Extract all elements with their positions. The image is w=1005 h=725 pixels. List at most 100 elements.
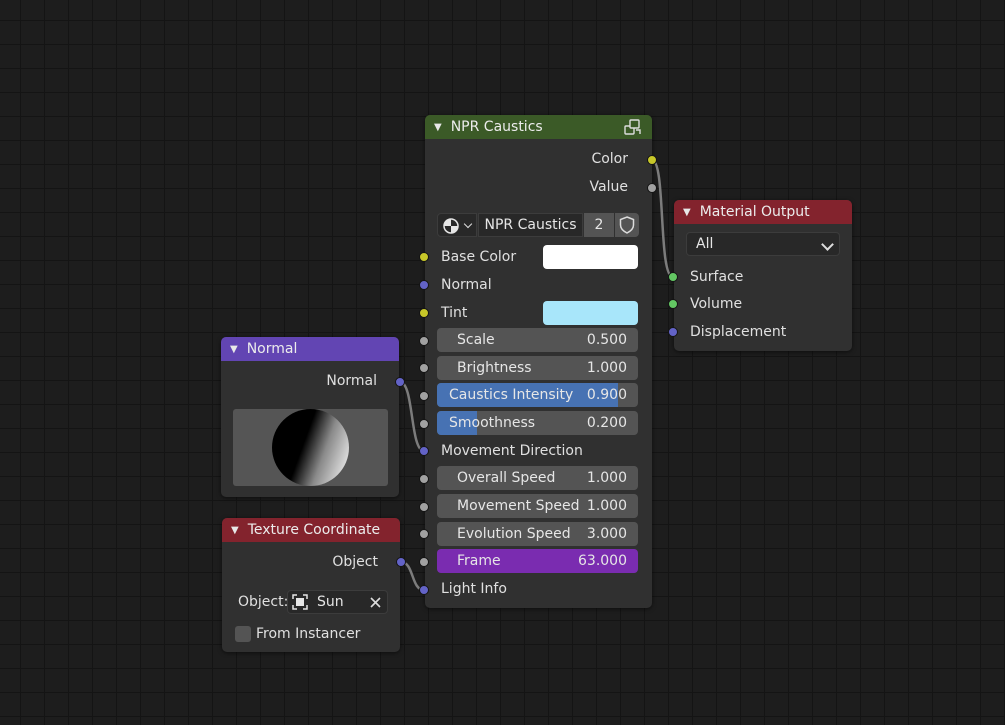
group-name-field[interactable]: NPR Caustics (478, 213, 583, 237)
overall-speed-input-socket[interactable] (419, 474, 429, 484)
from-instancer-checkbox[interactable] (235, 626, 251, 642)
group-browse-button[interactable] (437, 213, 477, 237)
caustics-intensity-value: 0.900 (586, 387, 627, 403)
movement-speed-label: Movement Speed (457, 498, 580, 514)
normal-output-socket[interactable] (395, 377, 405, 387)
material-output-node[interactable]: ▼ Material Output All Surface Volume Dis… (674, 200, 852, 351)
chevron-down-icon (821, 238, 834, 251)
tint-color-swatch[interactable] (543, 301, 638, 325)
normal-sphere[interactable] (272, 409, 349, 486)
evolution-speed-field[interactable]: Evolution Speed 3.000 (437, 522, 638, 546)
normal-header[interactable]: ▼ Normal (221, 337, 399, 361)
object-picker-row: Object: (238, 590, 288, 614)
overall-speed-label: Overall Speed (457, 470, 556, 486)
output-color-label: Color (591, 151, 628, 167)
frame-value: 63.000 (578, 553, 627, 569)
caustics-intensity-input-socket[interactable] (419, 391, 429, 401)
input-base-color-row: Base Color (441, 245, 516, 269)
collapse-arrow-icon[interactable]: ▼ (230, 344, 238, 355)
frame-field[interactable]: Frame 63.000 (437, 549, 638, 573)
frame-input-socket[interactable] (419, 557, 429, 567)
material-output-header[interactable]: ▼ Material Output (674, 200, 852, 224)
collapse-arrow-icon[interactable]: ▼ (683, 207, 691, 218)
texture-coordinate-node[interactable]: ▼ Texture Coordinate Object Object: Sun … (222, 518, 400, 652)
smoothness-input-socket[interactable] (419, 419, 429, 429)
users-count: 2 (594, 217, 604, 233)
group-users-count[interactable]: 2 (584, 213, 614, 237)
input-movement-direction-row: Movement Direction (441, 439, 583, 463)
brightness-label: Brightness (457, 360, 532, 376)
normal-input-socket[interactable] (419, 280, 429, 290)
overall-speed-field[interactable]: Overall Speed 1.000 (437, 466, 638, 490)
close-icon[interactable] (370, 597, 381, 608)
node-title: Texture Coordinate (247, 522, 381, 538)
smoothness-label: Smoothness (449, 415, 536, 431)
brightness-input-socket[interactable] (419, 363, 429, 373)
smoothness-value: 0.200 (586, 415, 627, 431)
node-title: Material Output (699, 204, 810, 220)
from-instancer-label: From Instancer (256, 626, 361, 642)
output-normal-row: Normal (326, 369, 377, 393)
color-output-socket[interactable] (647, 155, 657, 165)
collapse-arrow-icon[interactable]: ▼ (231, 525, 239, 536)
smoothness-slider[interactable]: Smoothness 0.200 (437, 411, 638, 435)
normal-node[interactable]: ▼ Normal Normal (221, 337, 399, 497)
node-title: NPR Caustics (450, 119, 543, 135)
output-object-row: Object (332, 550, 378, 574)
object-icon (292, 594, 308, 610)
scale-input-socket[interactable] (419, 336, 429, 346)
shield-icon (619, 216, 635, 234)
object-output-socket[interactable] (396, 557, 406, 567)
npr-caustics-node[interactable]: ▼ NPR Caustics Color Value NPR Caustics … (425, 115, 652, 608)
from-instancer-row: From Instancer (256, 622, 360, 646)
base-color-swatch[interactable] (543, 245, 638, 269)
scale-label: Scale (457, 332, 495, 348)
collapse-arrow-icon[interactable]: ▼ (434, 122, 442, 133)
object-output-label: Object (332, 554, 378, 570)
npr-caustics-header[interactable]: ▼ NPR Caustics (425, 115, 652, 139)
volume-input-socket[interactable] (668, 299, 678, 309)
object-picker-field[interactable]: Sun (287, 590, 388, 614)
movement-speed-value: 1.000 (586, 498, 627, 514)
movement-speed-input-socket[interactable] (419, 502, 429, 512)
tint-label: Tint (441, 305, 468, 321)
evolution-speed-input-socket[interactable] (419, 529, 429, 539)
overall-speed-value: 1.000 (586, 470, 627, 486)
movement-direction-input-socket[interactable] (419, 446, 429, 456)
evolution-speed-label: Evolution Speed (457, 526, 571, 542)
light-info-label: Light Info (441, 581, 507, 597)
node-group-icon[interactable] (624, 119, 642, 135)
base-color-label: Base Color (441, 249, 517, 265)
value-output-socket[interactable] (647, 183, 657, 193)
light-info-input-socket[interactable] (419, 585, 429, 595)
brightness-value: 1.000 (586, 360, 627, 376)
normal-direction-widget[interactable] (233, 409, 388, 486)
frame-label: Frame (457, 553, 501, 569)
texture-coordinate-header[interactable]: ▼ Texture Coordinate (222, 518, 400, 542)
evolution-speed-value: 3.000 (586, 526, 627, 542)
volume-label: Volume (690, 296, 743, 312)
input-light-info-row: Light Info (441, 577, 507, 601)
group-datablock-selector[interactable]: NPR Caustics 2 (437, 213, 639, 237)
base-color-input-socket[interactable] (419, 252, 429, 262)
caustics-intensity-slider[interactable]: Caustics Intensity 0.900 (437, 383, 638, 407)
chevron-down-icon (463, 219, 473, 229)
tint-input-socket[interactable] (419, 308, 429, 318)
fake-user-button[interactable] (615, 213, 639, 237)
node-title: Normal (246, 341, 298, 357)
output-color-row: Color (591, 147, 628, 171)
movement-direction-label: Movement Direction (441, 443, 583, 459)
displacement-label: Displacement (690, 324, 787, 340)
scale-field[interactable]: Scale 0.500 (437, 328, 638, 352)
normal-output-label: Normal (326, 373, 377, 389)
object-value: Sun (317, 594, 344, 610)
group-name: NPR Caustics (484, 217, 577, 233)
movement-speed-field[interactable]: Movement Speed 1.000 (437, 494, 638, 518)
displacement-input-socket[interactable] (668, 327, 678, 337)
target-dropdown[interactable]: All (686, 232, 840, 256)
brightness-field[interactable]: Brightness 1.000 (437, 356, 638, 380)
input-displacement-row: Displacement (690, 320, 786, 344)
input-normal-row: Normal (441, 273, 492, 297)
surface-input-socket[interactable] (668, 272, 678, 282)
surface-label: Surface (690, 269, 744, 285)
